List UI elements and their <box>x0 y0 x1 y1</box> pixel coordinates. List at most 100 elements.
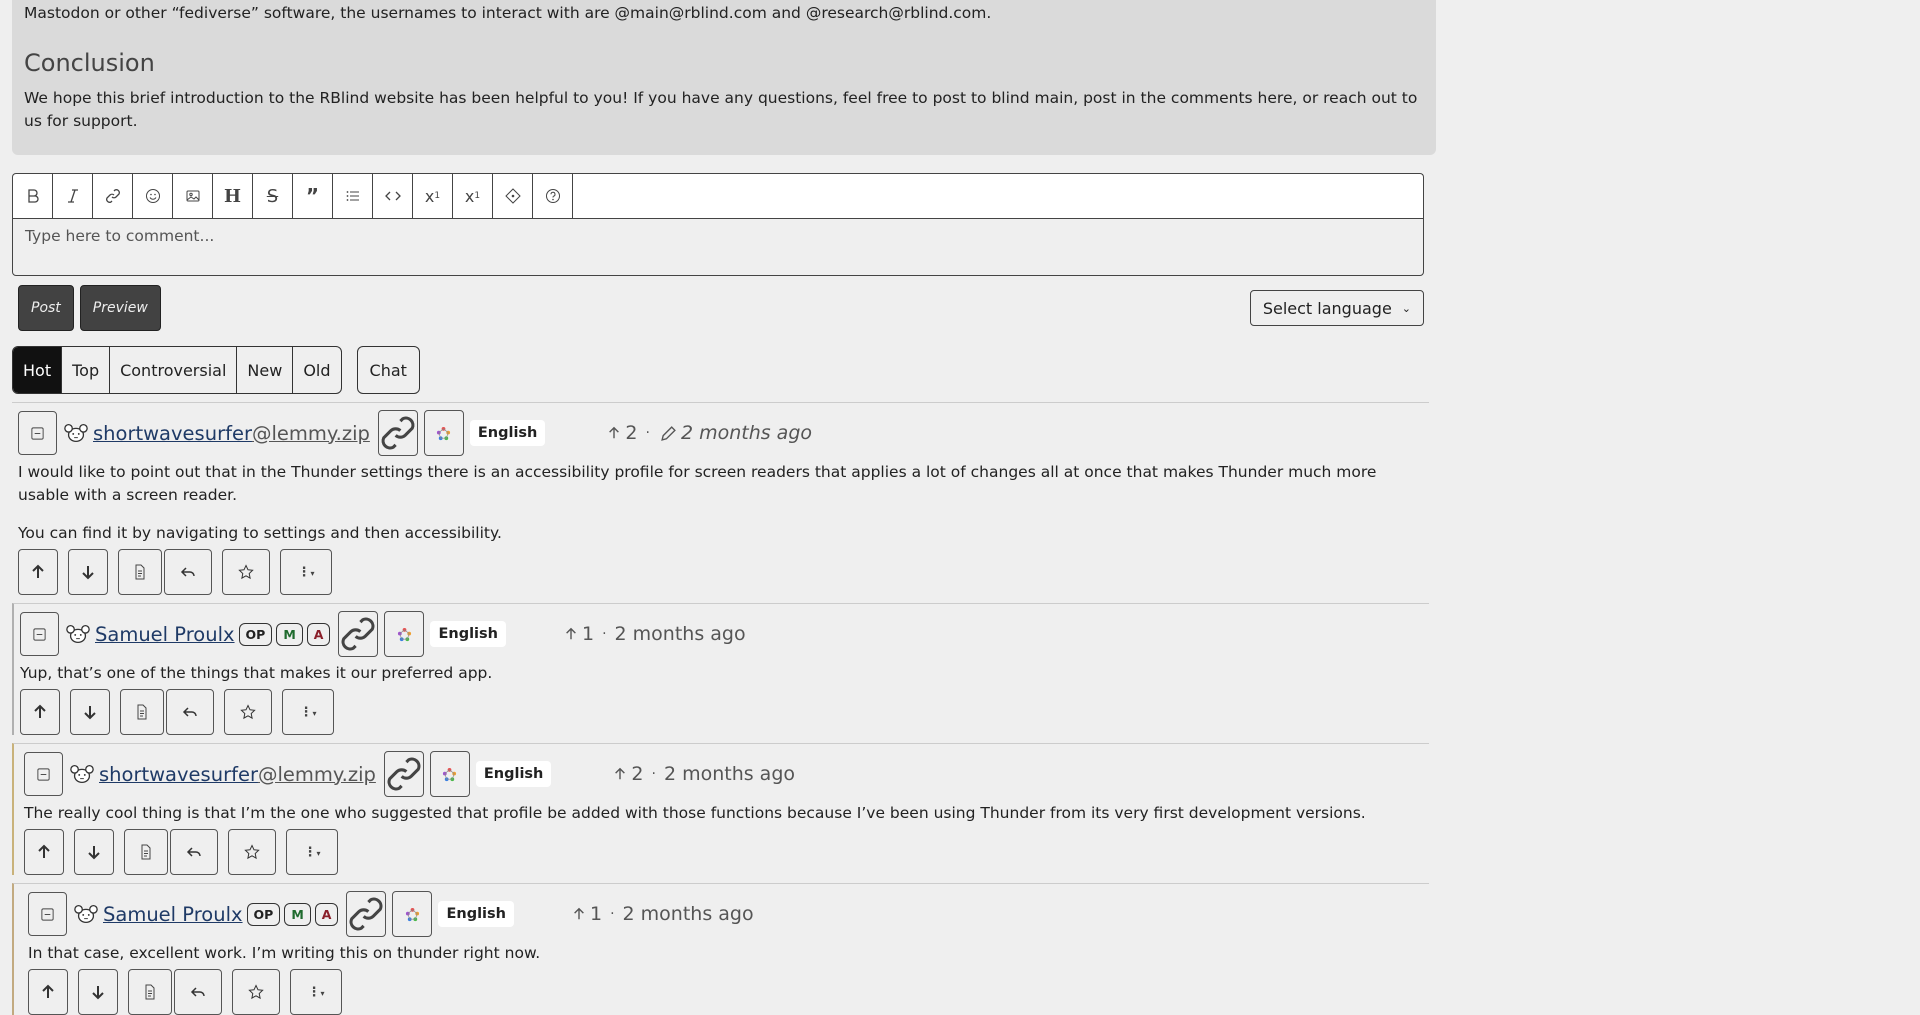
comment-link-button[interactable] <box>383 751 424 797</box>
comment-paragraph: I would like to point out that in the Th… <box>18 463 1377 504</box>
reply-button[interactable] <box>164 549 212 595</box>
language-select[interactable]: Select language ⌄ <box>1249 290 1424 326</box>
quote-icon[interactable]: ” <box>293 174 333 218</box>
comment-actions: ⋮▾ <box>20 689 1429 735</box>
sort-top[interactable]: Top <box>62 347 111 393</box>
comment-paragraph: In that case, excellent work. I’m writin… <box>28 944 541 962</box>
language-tag: English <box>469 420 546 446</box>
fediverse-link-button[interactable] <box>423 410 464 456</box>
comment-score: 2 <box>631 763 644 785</box>
post-button[interactable]: Post <box>18 285 74 331</box>
save-button[interactable] <box>222 549 270 595</box>
list-icon[interactable] <box>333 174 373 218</box>
sort-controversial[interactable]: Controversial <box>110 347 238 393</box>
link-icon[interactable] <box>93 174 133 218</box>
comment-link-button[interactable] <box>338 611 379 657</box>
comment-meta: 2 · 2 months ago <box>607 422 812 444</box>
subscript-icon[interactable]: x1 <box>413 174 453 218</box>
bold-icon[interactable] <box>13 174 53 218</box>
more-actions-button[interactable]: ⋮▾ <box>290 969 342 1015</box>
collapse-comment-button[interactable] <box>20 612 59 656</box>
fediverse-link-button[interactable] <box>392 891 433 937</box>
header-icon[interactable]: H <box>213 174 253 218</box>
save-button[interactable] <box>224 689 272 735</box>
upvote-button[interactable] <box>18 549 58 595</box>
sort-hot[interactable]: Hot <box>13 347 63 393</box>
comment-input[interactable]: Type here to comment... <box>12 218 1424 276</box>
collapse-comment-button[interactable] <box>28 892 67 936</box>
sort-old[interactable]: Old <box>293 347 340 393</box>
badge-m: M <box>284 902 311 926</box>
italic-icon[interactable] <box>53 174 93 218</box>
comment-author[interactable]: Samuel Proulx <box>91 623 235 646</box>
comment-paragraph: Yup, that’s one of the things that makes… <box>20 664 493 682</box>
chat-view-button[interactable]: Chat <box>356 346 420 394</box>
superscript-icon[interactable]: x1 <box>453 174 493 218</box>
comment-actions: ⋮▾ <box>28 969 1429 1015</box>
avatar <box>63 422 89 444</box>
collapse-comment-button[interactable] <box>24 752 63 796</box>
avatar <box>73 903 99 925</box>
reply-button[interactable] <box>174 969 222 1015</box>
more-actions-button[interactable]: ⋮▾ <box>282 689 334 735</box>
comment-instance[interactable]: @lemmy.zip <box>252 422 370 445</box>
comment: Samuel Proulx OP M A English 1 · 2 months … <box>12 883 1429 1015</box>
reply-button[interactable] <box>170 829 218 875</box>
fediverse-link-button[interactable] <box>429 751 470 797</box>
upvote-button[interactable] <box>20 689 60 735</box>
sort-new[interactable]: New <box>237 347 294 393</box>
comment-meta: 1 · 2 months ago <box>564 623 746 645</box>
more-actions-button[interactable]: ⋮▾ <box>280 549 332 595</box>
comment-link-button[interactable] <box>346 891 387 937</box>
view-source-button[interactable] <box>120 689 164 735</box>
downvote-button[interactable] <box>74 829 114 875</box>
downvote-button[interactable] <box>70 689 110 735</box>
downvote-button[interactable] <box>68 549 108 595</box>
comment-author[interactable]: shortwavesurfer@lemmy.zip <box>89 422 370 445</box>
spoiler-icon[interactable] <box>493 174 533 218</box>
reply-button[interactable] <box>166 689 214 735</box>
comment-body: The really cool thing is that I’m the on… <box>24 802 1429 825</box>
comment-time: 2 months ago <box>663 763 795 785</box>
preview-button[interactable]: Preview <box>79 285 161 331</box>
score-up-icon <box>613 766 627 782</box>
image-icon[interactable] <box>173 174 213 218</box>
save-button[interactable] <box>232 969 280 1015</box>
comment: shortwavesurfer@lemmy.zip English 2 · 2 … <box>12 743 1429 875</box>
sort-options: Hot Top Controversial New Old <box>12 346 342 394</box>
view-source-button[interactable] <box>118 549 162 595</box>
fediverse-link-button[interactable] <box>384 611 425 657</box>
comment-username[interactable]: Samuel Proulx <box>103 903 243 926</box>
comment-actions: ⋮▾ <box>24 829 1429 875</box>
avatar <box>69 763 95 785</box>
comment-username[interactable]: Samuel Proulx <box>95 623 235 646</box>
comment-body: In that case, excellent work. I’m writin… <box>28 942 1429 965</box>
comment-author[interactable]: Samuel Proulx <box>99 903 243 926</box>
comment-time: 2 months ago <box>680 422 812 444</box>
comment-body: Yup, that’s one of the things that makes… <box>20 662 1429 685</box>
comment-link-button[interactable] <box>377 410 418 456</box>
comment-author[interactable]: shortwavesurfer@lemmy.zip <box>95 763 376 786</box>
upvote-button[interactable] <box>24 829 64 875</box>
help-icon[interactable] <box>533 174 573 218</box>
post-intro-text: Mastodon or other “fediverse” software, … <box>24 4 992 22</box>
save-button[interactable] <box>228 829 276 875</box>
separator: · <box>651 766 656 782</box>
strikethrough-icon[interactable]: S <box>253 174 293 218</box>
emoji-icon[interactable] <box>133 174 173 218</box>
more-actions-button[interactable]: ⋮▾ <box>286 829 338 875</box>
view-source-button[interactable] <box>124 829 168 875</box>
comment: Samuel Proulx OP M A English 1 · 2 months … <box>12 603 1429 735</box>
comment-instance[interactable]: @lemmy.zip <box>258 763 376 786</box>
collapse-comment-button[interactable] <box>18 411 57 455</box>
comment-meta: 2 · 2 months ago <box>613 763 795 785</box>
comment-username[interactable]: shortwavesurfer <box>93 422 252 445</box>
comment-username[interactable]: shortwavesurfer <box>99 763 258 786</box>
badge-m: M <box>276 622 303 646</box>
downvote-button[interactable] <box>78 969 118 1015</box>
conclusion-text: We hope this brief introduction to the R… <box>24 89 1418 130</box>
view-source-button[interactable] <box>128 969 172 1015</box>
upvote-button[interactable] <box>28 969 68 1015</box>
code-icon[interactable] <box>373 174 413 218</box>
comment-body: I would like to point out that in the Th… <box>18 461 1429 545</box>
